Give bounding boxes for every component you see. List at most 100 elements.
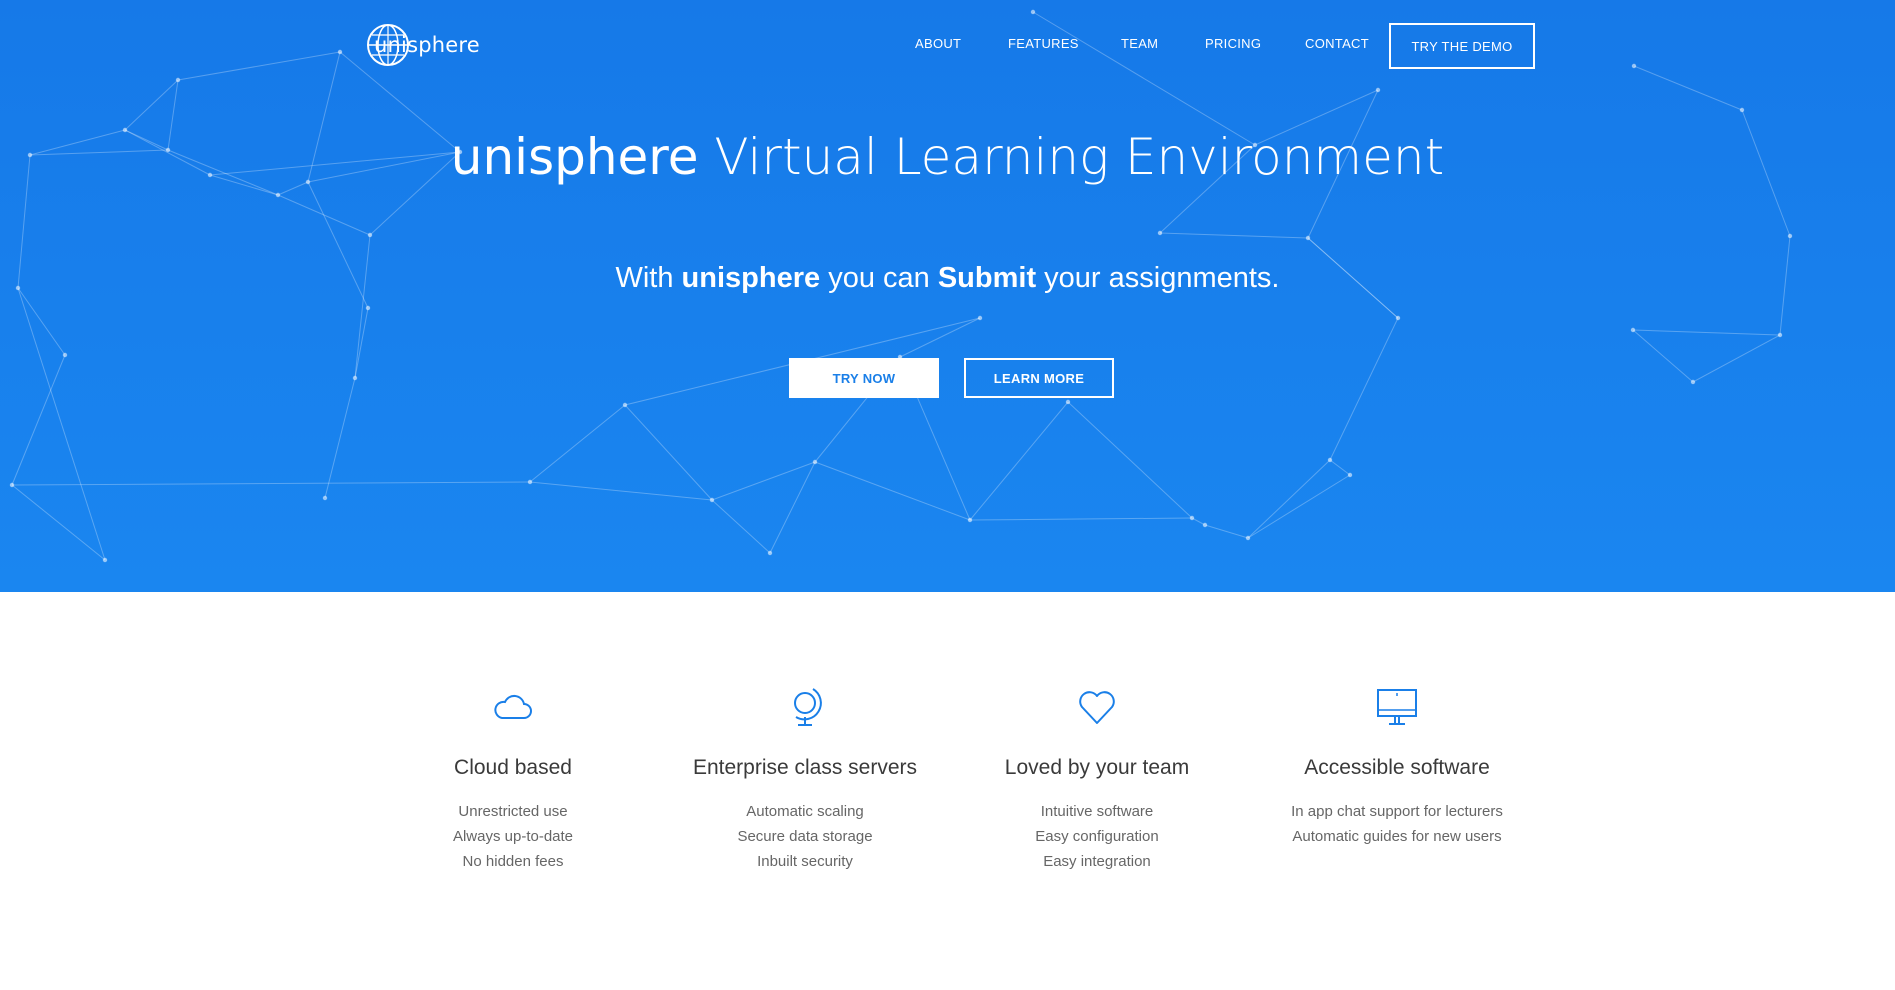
- network-node: [9, 482, 15, 488]
- feature-team: Loved by your team Intuitive software Ea…: [957, 684, 1237, 874]
- network-node: [337, 49, 343, 55]
- network-node: [1787, 233, 1793, 239]
- network-node: [367, 232, 373, 238]
- logo-wordmark: unisphere: [374, 33, 480, 57]
- network-node: [767, 550, 773, 556]
- network-node: [709, 497, 715, 503]
- network-line: [529, 481, 713, 501]
- network-node: [1375, 87, 1381, 93]
- network-line: [969, 517, 1193, 521]
- network-node: [102, 557, 108, 563]
- network-line: [1247, 459, 1331, 539]
- logo-prefix: uni: [374, 33, 408, 57]
- network-line: [814, 461, 971, 521]
- feature-item: No hidden fees: [462, 853, 564, 870]
- feature-item: Automatic scaling: [746, 803, 864, 820]
- learn-more-button[interactable]: LEARN MORE: [964, 358, 1114, 398]
- network-node: [352, 375, 358, 381]
- globe-icon: [794, 688, 822, 726]
- feature-item: Unrestricted use: [458, 803, 568, 820]
- feature-item: Inbuilt security: [757, 853, 853, 870]
- network-node: [1157, 230, 1163, 236]
- network-node: [1327, 457, 1333, 463]
- feature-list: Intuitive software Easy configuration Ea…: [957, 799, 1237, 874]
- network-node: [1739, 107, 1745, 113]
- network-node: [62, 352, 68, 358]
- network-node: [1347, 472, 1353, 478]
- try-demo-button[interactable]: TRY THE DEMO: [1389, 23, 1535, 69]
- network-line: [1329, 317, 1399, 461]
- network-line: [969, 401, 1069, 521]
- network-line: [11, 484, 106, 561]
- subline-part-1: With: [615, 262, 682, 294]
- feature-item: Always up-to-date: [452, 828, 574, 845]
- features-section: Cloud based Unrestricted use Always up-t…: [0, 592, 1895, 990]
- network-node: [1630, 327, 1636, 333]
- network-node: [622, 402, 628, 408]
- network-node: [1631, 63, 1637, 69]
- network-line: [1247, 474, 1351, 539]
- network-node: [527, 479, 533, 485]
- feature-item: In app chat support for lecturers: [1291, 803, 1503, 820]
- network-line: [1633, 65, 1743, 111]
- network-line: [1159, 232, 1309, 239]
- network-line: [1692, 334, 1781, 383]
- network-line: [11, 481, 531, 486]
- network-line: [899, 317, 981, 358]
- logo[interactable]: unisphere: [366, 22, 480, 68]
- network-node: [1189, 515, 1195, 521]
- nav-team[interactable]: TEAM: [1121, 36, 1158, 51]
- feature-item: Secure data storage: [737, 828, 873, 845]
- feature-title: Cloud based: [454, 756, 572, 779]
- network-node: [365, 305, 371, 311]
- monitor-icon: [1377, 689, 1417, 725]
- network-line: [324, 377, 356, 499]
- network-line: [1632, 329, 1694, 383]
- network-node: [175, 77, 181, 83]
- nav-features[interactable]: FEATURES: [1008, 36, 1079, 51]
- feature-item: Intuitive software: [1040, 803, 1154, 820]
- nav-pricing[interactable]: PRICING: [1205, 36, 1261, 51]
- feature-item: Easy integration: [1043, 853, 1151, 870]
- nav-about[interactable]: ABOUT: [915, 36, 961, 51]
- subline-part-3: you can: [820, 262, 938, 294]
- network-line: [1329, 459, 1351, 476]
- feature-title: Loved by your team: [1004, 756, 1190, 779]
- logo-suffix: sphere: [407, 33, 480, 57]
- network-node: [1245, 535, 1251, 541]
- network-line: [1067, 401, 1193, 519]
- network-line: [1632, 329, 1781, 336]
- network-node: [1777, 332, 1783, 338]
- network-node: [1690, 379, 1696, 385]
- hero-headline: unisphere Virtual Learning Environment: [0, 124, 1895, 190]
- subline-brand: unisphere: [681, 262, 821, 294]
- feature-list: Automatic scaling Secure data storage In…: [665, 799, 945, 874]
- network-line: [17, 287, 106, 561]
- nav-contact[interactable]: CONTACT: [1305, 36, 1369, 51]
- feature-item: Easy configuration: [1035, 828, 1159, 845]
- network-line: [11, 354, 66, 486]
- try-now-button[interactable]: TRY NOW: [789, 358, 939, 398]
- network-node: [1065, 399, 1071, 405]
- feature-accessible: Accessible software In app chat support …: [1257, 684, 1537, 849]
- headline-brand: unisphere: [450, 128, 699, 186]
- network-line: [124, 79, 179, 131]
- cloud-icon: [494, 694, 532, 719]
- network-line: [624, 404, 713, 501]
- headline-rest: Virtual Learning Environment: [698, 128, 1445, 186]
- network-node: [275, 192, 281, 198]
- network-node: [1030, 9, 1036, 15]
- feature-item: Automatic guides for new users: [1292, 828, 1502, 845]
- feature-list: Unrestricted use Always up-to-date No hi…: [373, 799, 653, 874]
- network-node: [967, 517, 973, 523]
- subline-part-5: your assignments.: [1036, 262, 1280, 294]
- hero-subline: With unisphere you can Submit your assig…: [0, 258, 1895, 298]
- network-node: [977, 315, 983, 321]
- network-line: [1204, 524, 1249, 539]
- heart-icon: [1079, 691, 1115, 724]
- subline-action: Submit: [937, 262, 1037, 294]
- network-node: [1395, 315, 1401, 321]
- network-node: [812, 459, 818, 465]
- network-node: [1202, 522, 1208, 528]
- network-node: [322, 495, 328, 501]
